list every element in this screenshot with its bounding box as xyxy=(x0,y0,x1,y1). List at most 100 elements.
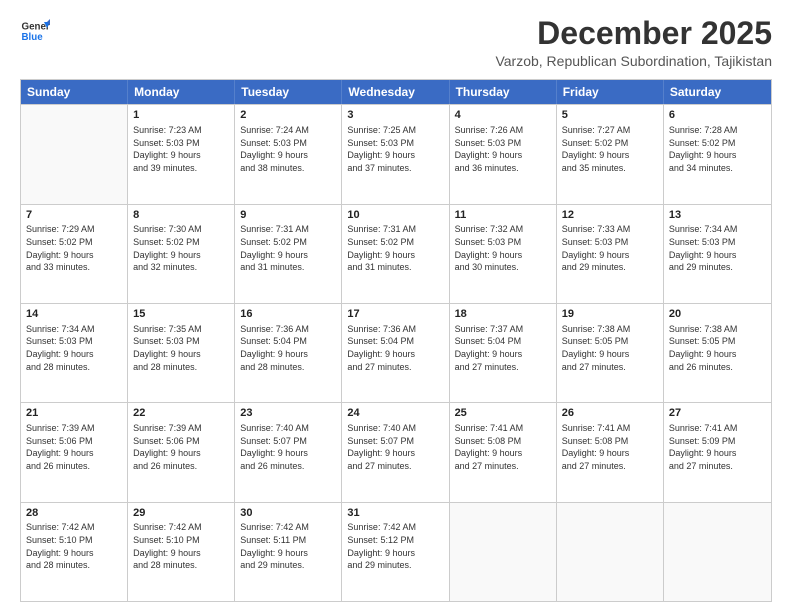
day-number: 20 xyxy=(669,307,766,322)
day-info: Sunrise: 7:34 AM Sunset: 5:03 PM Dayligh… xyxy=(669,223,766,273)
calendar-cell-1: 1Sunrise: 7:23 AM Sunset: 5:03 PM Daylig… xyxy=(128,105,235,203)
calendar-cell-12: 12Sunrise: 7:33 AM Sunset: 5:03 PM Dayli… xyxy=(557,205,664,303)
day-number: 27 xyxy=(669,406,766,421)
calendar-row-2: 14Sunrise: 7:34 AM Sunset: 5:03 PM Dayli… xyxy=(21,303,771,402)
day-number: 9 xyxy=(240,208,336,223)
calendar-row-1: 7Sunrise: 7:29 AM Sunset: 5:02 PM Daylig… xyxy=(21,204,771,303)
day-info: Sunrise: 7:40 AM Sunset: 5:07 PM Dayligh… xyxy=(240,422,336,472)
day-info: Sunrise: 7:38 AM Sunset: 5:05 PM Dayligh… xyxy=(669,323,766,373)
day-info: Sunrise: 7:35 AM Sunset: 5:03 PM Dayligh… xyxy=(133,323,229,373)
calendar-cell-28: 28Sunrise: 7:42 AM Sunset: 5:10 PM Dayli… xyxy=(21,503,128,601)
calendar: SundayMondayTuesdayWednesdayThursdayFrid… xyxy=(20,79,772,602)
day-number: 3 xyxy=(347,108,443,123)
day-info: Sunrise: 7:42 AM Sunset: 5:10 PM Dayligh… xyxy=(26,521,122,571)
day-info: Sunrise: 7:34 AM Sunset: 5:03 PM Dayligh… xyxy=(26,323,122,373)
day-info: Sunrise: 7:39 AM Sunset: 5:06 PM Dayligh… xyxy=(26,422,122,472)
day-info: Sunrise: 7:31 AM Sunset: 5:02 PM Dayligh… xyxy=(347,223,443,273)
calendar-cell-6: 6Sunrise: 7:28 AM Sunset: 5:02 PM Daylig… xyxy=(664,105,771,203)
calendar-cell-31: 31Sunrise: 7:42 AM Sunset: 5:12 PM Dayli… xyxy=(342,503,449,601)
subtitle: Varzob, Republican Subordination, Tajiki… xyxy=(495,53,772,69)
day-number: 7 xyxy=(26,208,122,223)
day-number: 6 xyxy=(669,108,766,123)
day-info: Sunrise: 7:26 AM Sunset: 5:03 PM Dayligh… xyxy=(455,124,551,174)
day-number: 12 xyxy=(562,208,658,223)
calendar-cell-2: 2Sunrise: 7:24 AM Sunset: 5:03 PM Daylig… xyxy=(235,105,342,203)
day-number: 21 xyxy=(26,406,122,421)
calendar-cell-21: 21Sunrise: 7:39 AM Sunset: 5:06 PM Dayli… xyxy=(21,403,128,501)
calendar-row-0: 1Sunrise: 7:23 AM Sunset: 5:03 PM Daylig… xyxy=(21,104,771,203)
calendar-cell-23: 23Sunrise: 7:40 AM Sunset: 5:07 PM Dayli… xyxy=(235,403,342,501)
day-number: 5 xyxy=(562,108,658,123)
day-info: Sunrise: 7:41 AM Sunset: 5:08 PM Dayligh… xyxy=(455,422,551,472)
calendar-cell-empty-4-4 xyxy=(450,503,557,601)
day-number: 18 xyxy=(455,307,551,322)
day-number: 1 xyxy=(133,108,229,123)
calendar-cell-17: 17Sunrise: 7:36 AM Sunset: 5:04 PM Dayli… xyxy=(342,304,449,402)
day-number: 17 xyxy=(347,307,443,322)
logo-icon: General Blue xyxy=(20,16,50,46)
svg-text:Blue: Blue xyxy=(22,32,44,43)
calendar-cell-empty-4-5 xyxy=(557,503,664,601)
day-number: 4 xyxy=(455,108,551,123)
calendar-cell-10: 10Sunrise: 7:31 AM Sunset: 5:02 PM Dayli… xyxy=(342,205,449,303)
calendar-cell-empty-4-6 xyxy=(664,503,771,601)
calendar-body: 1Sunrise: 7:23 AM Sunset: 5:03 PM Daylig… xyxy=(21,104,771,601)
calendar-cell-15: 15Sunrise: 7:35 AM Sunset: 5:03 PM Dayli… xyxy=(128,304,235,402)
day-info: Sunrise: 7:36 AM Sunset: 5:04 PM Dayligh… xyxy=(240,323,336,373)
day-number: 13 xyxy=(669,208,766,223)
day-info: Sunrise: 7:40 AM Sunset: 5:07 PM Dayligh… xyxy=(347,422,443,472)
calendar-cell-29: 29Sunrise: 7:42 AM Sunset: 5:10 PM Dayli… xyxy=(128,503,235,601)
calendar-cell-14: 14Sunrise: 7:34 AM Sunset: 5:03 PM Dayli… xyxy=(21,304,128,402)
calendar-cell-26: 26Sunrise: 7:41 AM Sunset: 5:08 PM Dayli… xyxy=(557,403,664,501)
logo: General Blue xyxy=(20,16,50,46)
day-info: Sunrise: 7:42 AM Sunset: 5:10 PM Dayligh… xyxy=(133,521,229,571)
calendar-cell-16: 16Sunrise: 7:36 AM Sunset: 5:04 PM Dayli… xyxy=(235,304,342,402)
header: General Blue December 2025 Varzob, Repub… xyxy=(20,16,772,69)
day-number: 30 xyxy=(240,506,336,521)
calendar-header: SundayMondayTuesdayWednesdayThursdayFrid… xyxy=(21,80,771,104)
day-info: Sunrise: 7:28 AM Sunset: 5:02 PM Dayligh… xyxy=(669,124,766,174)
calendar-cell-5: 5Sunrise: 7:27 AM Sunset: 5:02 PM Daylig… xyxy=(557,105,664,203)
day-number: 11 xyxy=(455,208,551,223)
day-info: Sunrise: 7:38 AM Sunset: 5:05 PM Dayligh… xyxy=(562,323,658,373)
title-block: December 2025 Varzob, Republican Subordi… xyxy=(495,16,772,69)
day-number: 19 xyxy=(562,307,658,322)
day-number: 24 xyxy=(347,406,443,421)
calendar-cell-13: 13Sunrise: 7:34 AM Sunset: 5:03 PM Dayli… xyxy=(664,205,771,303)
calendar-cell-18: 18Sunrise: 7:37 AM Sunset: 5:04 PM Dayli… xyxy=(450,304,557,402)
calendar-cell-11: 11Sunrise: 7:32 AM Sunset: 5:03 PM Dayli… xyxy=(450,205,557,303)
day-info: Sunrise: 7:29 AM Sunset: 5:02 PM Dayligh… xyxy=(26,223,122,273)
day-number: 28 xyxy=(26,506,122,521)
day-info: Sunrise: 7:42 AM Sunset: 5:11 PM Dayligh… xyxy=(240,521,336,571)
header-day-tuesday: Tuesday xyxy=(235,80,342,104)
day-number: 31 xyxy=(347,506,443,521)
day-number: 29 xyxy=(133,506,229,521)
calendar-cell-30: 30Sunrise: 7:42 AM Sunset: 5:11 PM Dayli… xyxy=(235,503,342,601)
day-number: 10 xyxy=(347,208,443,223)
calendar-cell-24: 24Sunrise: 7:40 AM Sunset: 5:07 PM Dayli… xyxy=(342,403,449,501)
calendar-cell-4: 4Sunrise: 7:26 AM Sunset: 5:03 PM Daylig… xyxy=(450,105,557,203)
day-number: 26 xyxy=(562,406,658,421)
calendar-cell-25: 25Sunrise: 7:41 AM Sunset: 5:08 PM Dayli… xyxy=(450,403,557,501)
header-day-saturday: Saturday xyxy=(664,80,771,104)
calendar-cell-27: 27Sunrise: 7:41 AM Sunset: 5:09 PM Dayli… xyxy=(664,403,771,501)
day-info: Sunrise: 7:32 AM Sunset: 5:03 PM Dayligh… xyxy=(455,223,551,273)
day-info: Sunrise: 7:39 AM Sunset: 5:06 PM Dayligh… xyxy=(133,422,229,472)
day-info: Sunrise: 7:30 AM Sunset: 5:02 PM Dayligh… xyxy=(133,223,229,273)
day-info: Sunrise: 7:33 AM Sunset: 5:03 PM Dayligh… xyxy=(562,223,658,273)
day-number: 2 xyxy=(240,108,336,123)
header-day-wednesday: Wednesday xyxy=(342,80,449,104)
day-info: Sunrise: 7:41 AM Sunset: 5:09 PM Dayligh… xyxy=(669,422,766,472)
day-info: Sunrise: 7:25 AM Sunset: 5:03 PM Dayligh… xyxy=(347,124,443,174)
calendar-row-4: 28Sunrise: 7:42 AM Sunset: 5:10 PM Dayli… xyxy=(21,502,771,601)
day-info: Sunrise: 7:27 AM Sunset: 5:02 PM Dayligh… xyxy=(562,124,658,174)
header-day-monday: Monday xyxy=(128,80,235,104)
calendar-cell-22: 22Sunrise: 7:39 AM Sunset: 5:06 PM Dayli… xyxy=(128,403,235,501)
header-day-thursday: Thursday xyxy=(450,80,557,104)
calendar-cell-8: 8Sunrise: 7:30 AM Sunset: 5:02 PM Daylig… xyxy=(128,205,235,303)
calendar-cell-empty-0-0 xyxy=(21,105,128,203)
day-number: 8 xyxy=(133,208,229,223)
day-number: 22 xyxy=(133,406,229,421)
main-title: December 2025 xyxy=(495,16,772,51)
header-day-friday: Friday xyxy=(557,80,664,104)
